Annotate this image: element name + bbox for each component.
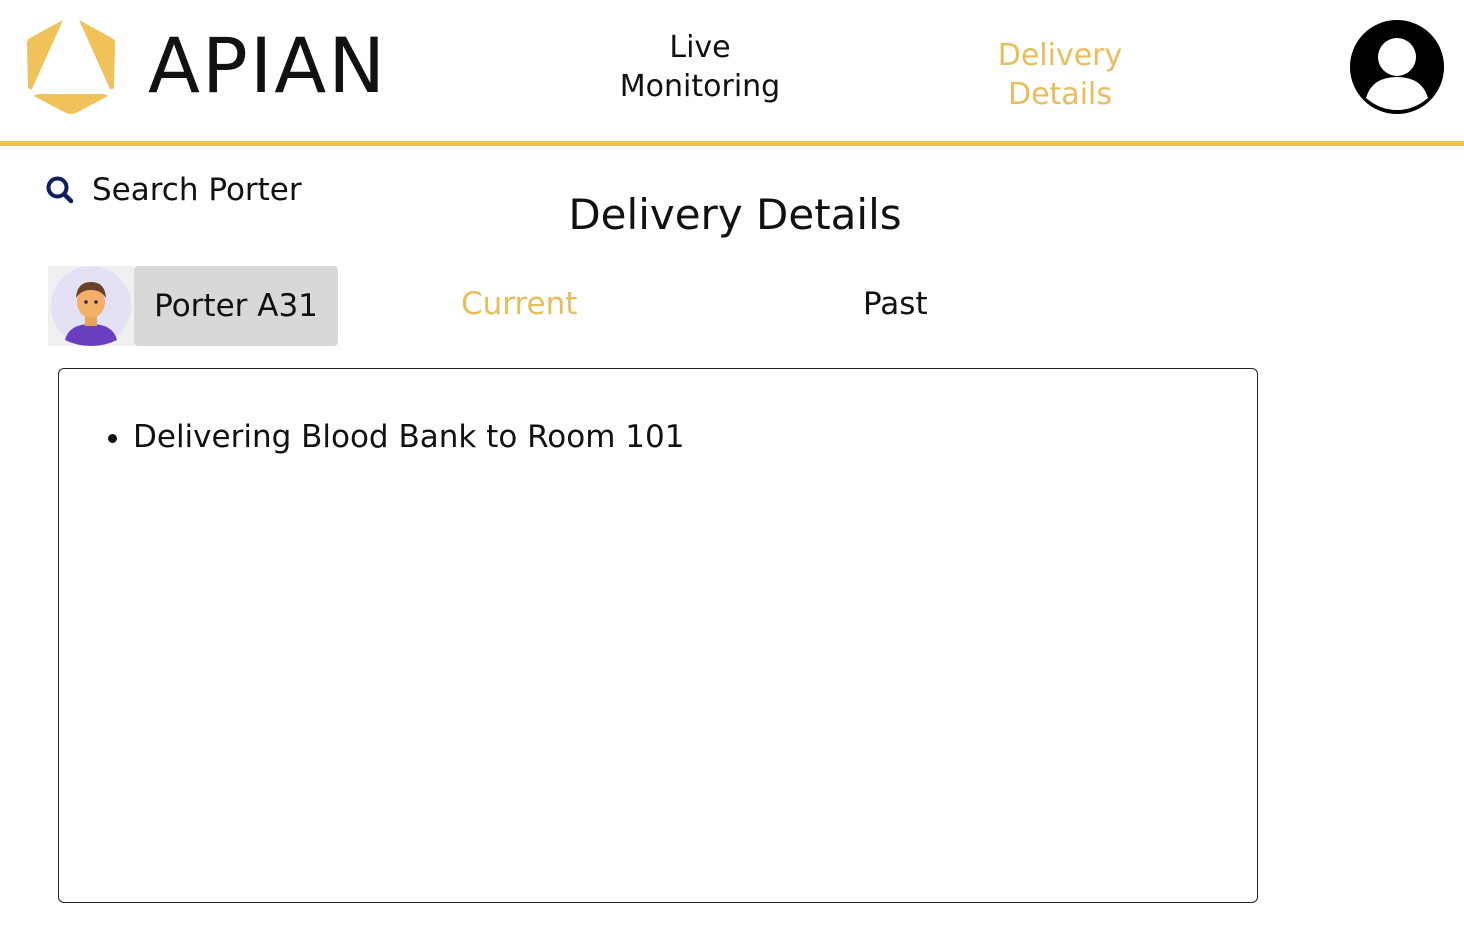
nav-delivery-details[interactable]: Delivery Details xyxy=(960,36,1160,114)
nav-live-monitoring-line1: Live xyxy=(669,30,731,65)
porter-name: Porter A31 xyxy=(134,266,338,346)
nav-delivery-details-line1: Delivery xyxy=(997,38,1123,73)
brand-name: APIAN xyxy=(148,21,388,110)
search-porter[interactable]: Search Porter xyxy=(44,170,302,210)
header-divider xyxy=(0,141,1464,146)
tab-current[interactable]: Current xyxy=(461,286,577,322)
nav-live-monitoring[interactable]: Live Monitoring xyxy=(600,28,800,106)
user-profile-icon[interactable] xyxy=(1350,20,1444,114)
delivery-list-panel: Delivering Blood Bank to Room 101 xyxy=(58,368,1258,903)
nav-live-monitoring-line2: Monitoring xyxy=(619,69,781,104)
porter-avatar-icon xyxy=(48,266,134,346)
delivery-item: Delivering Blood Bank to Room 101 xyxy=(133,417,684,457)
porter-card[interactable]: Porter A31 xyxy=(48,266,338,346)
delivery-list: Delivering Blood Bank to Room 101 xyxy=(133,417,684,457)
tab-past[interactable]: Past xyxy=(863,286,928,322)
page-title: Delivery Details xyxy=(568,190,902,239)
nav-delivery-details-line2: Details xyxy=(1007,77,1112,112)
apian-logo-icon[interactable] xyxy=(24,16,118,116)
app-header: APIAN Live Monitoring Delivery Details xyxy=(0,0,1464,148)
search-porter-label: Search Porter xyxy=(92,172,302,208)
search-icon xyxy=(46,176,74,204)
